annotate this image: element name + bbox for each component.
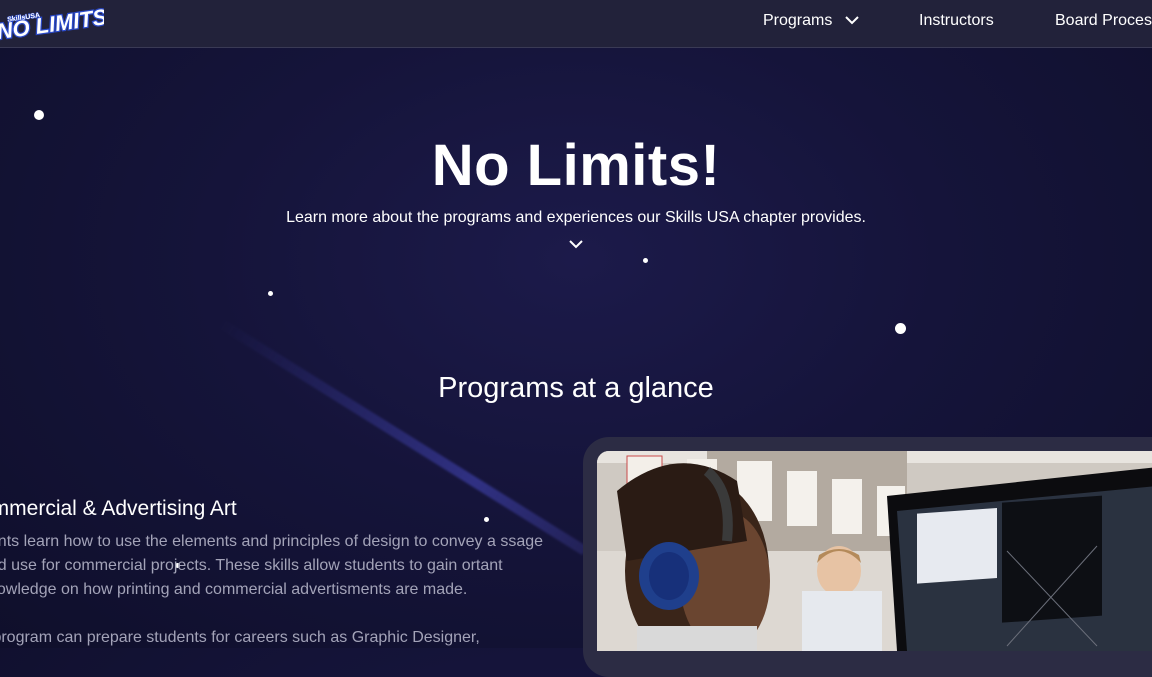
nav-programs[interactable]: Programs	[763, 12, 859, 30]
program-title: ommercial & Advertising Art	[0, 497, 237, 520]
star	[895, 323, 906, 334]
section-title: Programs at a glance	[438, 372, 714, 404]
nav-programs-label: Programs	[763, 12, 833, 30]
star	[268, 291, 273, 296]
nav-board-process[interactable]: Board Proces	[1055, 12, 1152, 30]
program-description: dents learn how to use the elements and …	[0, 533, 544, 598]
program-photo	[597, 451, 1152, 651]
program-careers: s program can prepare students for caree…	[0, 629, 480, 646]
star	[34, 110, 44, 120]
site-logo[interactable]: NO LIMITS SkillsUSA	[0, 2, 110, 46]
shooting-star-streak	[217, 318, 588, 556]
star	[484, 517, 489, 522]
scroll-down-chevron-icon[interactable]	[569, 236, 583, 254]
hero-subtitle: Learn more about the programs and experi…	[286, 209, 866, 226]
svg-text:NO LIMITS: NO LIMITS	[0, 4, 104, 42]
chevron-down-icon	[845, 12, 859, 30]
nav-instructors[interactable]: Instructors	[919, 12, 994, 30]
hero-title: No Limits!	[431, 133, 721, 198]
star	[643, 258, 648, 263]
top-nav: NO LIMITS SkillsUSA Programs Instructors…	[0, 0, 1152, 48]
